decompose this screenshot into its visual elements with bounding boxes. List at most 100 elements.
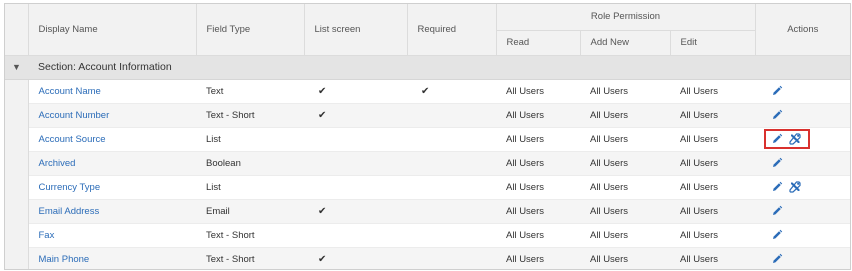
fields-table: Display Name Field Type List screen Requ… [5,4,850,269]
permission-read: All Users [506,181,545,193]
col-header-add-new[interactable]: Add New [580,30,671,56]
required-check [417,110,421,121]
row-gutter [5,199,29,223]
edit-icon[interactable] [771,229,783,241]
list-screen-check: ✔ [318,85,327,97]
permission-read: All Users [506,133,545,145]
table-row: Email Address Email ✔ All Users All Users All… [5,199,850,224]
permission-add-new: All Users [590,133,629,145]
required-check [417,158,421,169]
permission-edit: All Users [680,133,719,145]
highlight-box [764,128,811,149]
edit-icon[interactable] [771,253,783,265]
list-screen-check [314,134,318,145]
col-header-actions: Actions [755,4,850,56]
list-screen-check: ✔ [318,109,327,121]
table-row: Main Phone Text - Short ✔ All Users All User… [5,247,850,269]
col-header-read[interactable]: Read [496,30,581,56]
table-row: Fax Text - Short All Users All Users All Use… [5,223,850,248]
row-gutter [5,103,29,127]
edit-icon[interactable] [771,157,783,169]
actions-cell [755,79,850,104]
row-gutter [5,151,29,175]
field-name-link[interactable]: Currency Type [39,182,101,193]
permission-edit: All Users [680,109,719,121]
permission-edit: All Users [680,181,719,193]
field-type: List [206,133,221,145]
required-check: ✔ [421,85,430,97]
permission-edit: All Users [680,157,719,169]
gutter-header [5,4,29,56]
table-row: Currency Type List All Users All Users All U… [5,175,850,200]
col-header-edit[interactable]: Edit [670,30,756,56]
permission-edit: All Users [680,229,719,241]
field-name-link[interactable]: Account Name [39,86,101,97]
row-gutter [5,247,29,269]
col-header-field-type[interactable]: Field Type [196,4,305,56]
col-header-role-permission: Role Permission [496,4,756,31]
row-gutter [5,175,29,199]
actions-cell [755,103,850,128]
required-check [417,230,421,241]
actions-cell [755,223,850,248]
row-gutter [5,127,29,151]
required-check [417,134,421,145]
fields-table-panel: Display Name Field Type List screen Requ… [4,3,851,270]
actions-cell [755,199,850,224]
edit-icon[interactable] [771,181,783,193]
permission-read: All Users [506,85,545,97]
actions-cell [755,175,850,200]
field-name-link[interactable]: Fax [39,230,55,241]
actions-cell [755,127,850,152]
field-type: Text - Short [206,253,255,265]
permission-add-new: All Users [590,157,629,169]
permission-read: All Users [506,205,545,217]
permission-add-new: All Users [590,181,629,193]
field-type: Boolean [206,157,241,169]
permission-add-new: All Users [590,109,629,121]
permission-edit: All Users [680,85,719,97]
list-screen-check [314,158,318,169]
permission-edit: All Users [680,205,719,217]
list-screen-check: ✔ [318,253,327,265]
field-name-link[interactable]: Main Phone [39,254,90,265]
list-screen-check [314,230,318,241]
field-name-link[interactable]: Archived [39,158,76,169]
permission-read: All Users [506,229,545,241]
actions-cell [755,151,850,176]
field-name-link[interactable]: Email Address [39,206,100,217]
actions-cell [755,247,850,269]
col-header-list-screen[interactable]: List screen [304,4,408,56]
permission-edit: All Users [680,253,719,265]
field-name-link[interactable]: Account Source [39,134,106,145]
permission-add-new: All Users [590,85,629,97]
required-check [417,254,421,265]
table-row: Account Name Text ✔ ✔ All Users All Users All … [5,79,850,104]
field-type: Email [206,205,230,217]
edit-icon[interactable] [771,109,783,121]
row-gutter [5,223,29,247]
permission-add-new: All Users [590,229,629,241]
section-row[interactable]: ▼ Section: Account Information [5,55,850,80]
table-row: Account Number Text - Short ✔ All Users All … [5,103,850,128]
permission-read: All Users [506,253,545,265]
list-screen-check [314,182,318,193]
field-type: Text - Short [206,229,255,241]
edit-icon[interactable] [771,85,783,97]
field-type: Text - Short [206,109,255,121]
section-title: Section: Account Information [38,61,172,73]
edit-icon[interactable] [771,205,783,217]
permission-read: All Users [506,157,545,169]
col-header-display-name[interactable]: Display Name [28,4,197,56]
table-row: Archived Boolean All Users All Users All Use… [5,151,850,176]
col-header-required[interactable]: Required [407,4,497,56]
permission-read: All Users [506,109,545,121]
required-check [417,182,421,193]
tools-icon[interactable] [789,181,801,193]
table-row: Account Source List All Users All Users All … [5,127,850,152]
field-type: List [206,181,221,193]
permission-add-new: All Users [590,205,629,217]
row-gutter [5,79,29,103]
chevron-down-icon[interactable]: ▼ [11,62,23,72]
field-name-link[interactable]: Account Number [39,110,110,121]
